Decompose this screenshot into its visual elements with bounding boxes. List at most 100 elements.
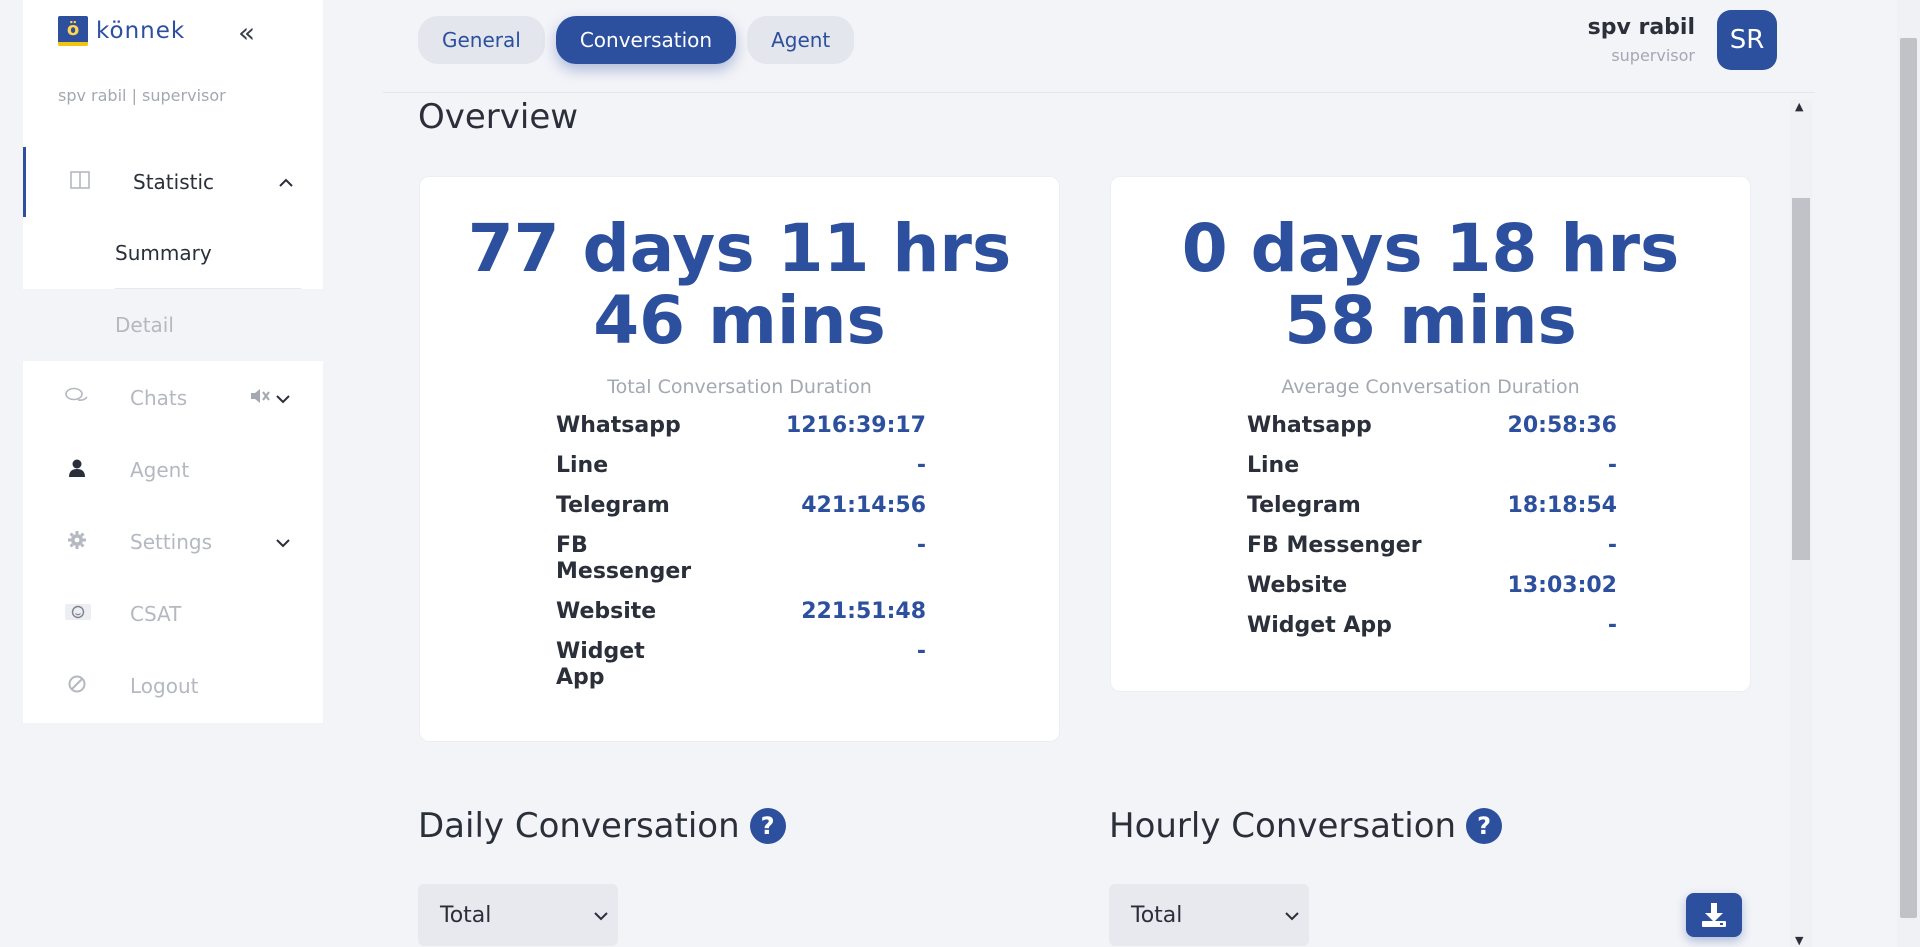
sidebar-item-label: Agent xyxy=(130,458,190,482)
chevron-down-icon xyxy=(594,906,608,925)
hourly-filter-select[interactable]: Total xyxy=(1109,884,1309,946)
daily-conversation-title: Daily Conversation xyxy=(418,806,740,846)
sidebar-item-label: Settings xyxy=(130,530,213,554)
daily-filter-select[interactable]: Total xyxy=(418,884,618,946)
collapse-sidebar-icon[interactable]: « xyxy=(238,16,255,49)
sidebar-item-logout[interactable]: Logout xyxy=(23,651,323,721)
list-item: Line - xyxy=(1247,453,1617,493)
logo-mark-icon: ö xyxy=(58,16,88,46)
sidebar-item-label: Statistic xyxy=(133,170,215,194)
average-duration-card: 0 days 18 hrs 58 mins Average Conversati… xyxy=(1110,176,1751,692)
hourly-conversation-title: Hourly Conversation xyxy=(1109,806,1457,846)
chevron-up-icon[interactable] xyxy=(278,172,294,193)
list-item: FB Messenger - xyxy=(556,533,926,599)
total-duration-value: 77 days 11 hrs 46 mins xyxy=(467,210,1012,359)
profile-role: supervisor xyxy=(1611,46,1695,65)
chevron-down-icon[interactable] xyxy=(275,388,291,409)
profile-text: spv rabil supervisor xyxy=(1588,15,1695,65)
channel-value: 20:58:36 xyxy=(1507,413,1617,438)
channel-name: Website xyxy=(1247,573,1348,598)
sidebar-item-csat[interactable]: CSAT xyxy=(23,579,323,649)
channel-value: - xyxy=(1607,613,1617,638)
profile-name: spv rabil xyxy=(1587,15,1695,40)
list-item: Widget App - xyxy=(1247,613,1617,653)
speaker-muted-icon[interactable] xyxy=(249,386,271,411)
sidebar-item-settings[interactable]: Settings xyxy=(23,507,323,577)
channel-value: 221:51:48 xyxy=(801,599,926,624)
channel-name: Line xyxy=(1247,453,1300,478)
download-button[interactable] xyxy=(1686,893,1742,937)
sidebar-item-label: CSAT xyxy=(130,602,182,626)
list-item: FB Messenger - xyxy=(1247,533,1617,573)
logout-icon xyxy=(65,674,89,699)
sidebar-user-line: spv rabil | supervisor xyxy=(58,86,226,105)
channel-name: FB Messenger xyxy=(1247,533,1422,558)
sidebar-subitem-summary[interactable]: Summary xyxy=(23,217,323,289)
sidebar-item-statistic[interactable]: Statistic xyxy=(23,147,323,217)
channel-name: Whatsapp xyxy=(556,413,681,438)
channel-value: 1216:39:17 xyxy=(785,413,926,438)
help-icon[interactable]: ? xyxy=(749,808,786,844)
smiley-icon xyxy=(65,603,91,626)
person-icon xyxy=(65,458,89,483)
channel-name: Widget App xyxy=(1247,613,1392,638)
scrollbar-thumb[interactable] xyxy=(1792,198,1810,560)
channel-name: FB Messenger xyxy=(556,533,692,584)
sidebar-subitem-detail[interactable]: Detail xyxy=(23,289,323,361)
channel-value: - xyxy=(916,453,926,478)
statistic-tabs: General Conversation Agent xyxy=(418,16,855,64)
channel-list: Whatsapp 20:58:36 Line - Telegram 18:18:54 … xyxy=(1247,413,1617,653)
channel-value: 18:18:54 xyxy=(1507,493,1617,518)
list-item: Website 13:03:02 xyxy=(1247,573,1617,613)
channel-name: Telegram xyxy=(556,493,670,518)
channel-name: Telegram xyxy=(1247,493,1361,518)
list-item: Website 221:51:48 xyxy=(556,599,926,639)
page-title: Overview xyxy=(418,97,579,137)
channel-name: Widget App xyxy=(556,639,645,690)
hourly-conversation-heading: Hourly Conversation ? xyxy=(1109,806,1503,846)
download-icon xyxy=(1702,903,1726,927)
brand-logo[interactable]: ö könnek xyxy=(58,16,185,46)
average-duration-value: 0 days 18 hrs 58 mins xyxy=(1181,210,1680,359)
tab-general[interactable]: General xyxy=(418,16,545,64)
channel-value: - xyxy=(1607,533,1617,558)
channel-name: Website xyxy=(556,599,657,624)
user-profile[interactable]: spv rabil supervisor SR xyxy=(1588,10,1777,70)
sidebar-item-label: Chats xyxy=(130,386,188,410)
scroll-down-icon[interactable]: ▼ xyxy=(1795,934,1803,947)
avatar[interactable]: SR xyxy=(1717,10,1777,70)
sidebar-item-chats[interactable]: Chats xyxy=(23,363,323,433)
channel-name: Line xyxy=(556,453,609,478)
sidebar-item-agent[interactable]: Agent xyxy=(23,435,323,505)
scrollbar-thumb[interactable] xyxy=(1900,38,1917,918)
page-scrollbar[interactable] xyxy=(1897,0,1920,947)
channel-value: - xyxy=(916,533,926,558)
sidebar-item-label: Logout xyxy=(130,674,199,698)
tab-agent[interactable]: Agent xyxy=(747,16,855,64)
daily-conversation-heading: Daily Conversation ? xyxy=(418,806,786,846)
channel-value: 421:14:56 xyxy=(801,493,926,518)
sidebar-subitem-label: Detail xyxy=(115,313,174,337)
chat-bubbles-icon xyxy=(65,387,89,410)
sidebar-subitem-label: Summary xyxy=(115,241,212,265)
channel-value: - xyxy=(916,639,926,664)
average-duration-caption: Average Conversation Duration xyxy=(1281,376,1580,398)
channel-value: 13:03:02 xyxy=(1507,573,1617,598)
sidebar: ö könnek « spv rabil | supervisor Statis… xyxy=(23,0,323,723)
list-item: Telegram 18:18:54 xyxy=(1247,493,1617,533)
list-item: Line - xyxy=(556,453,926,493)
hourly-filter-value: Total xyxy=(1131,902,1183,928)
chevron-down-icon xyxy=(1285,906,1299,925)
channel-value: - xyxy=(1607,453,1617,478)
chevron-down-icon[interactable] xyxy=(275,532,291,553)
help-icon[interactable]: ? xyxy=(1466,808,1503,844)
tab-conversation[interactable]: Conversation xyxy=(555,16,737,64)
total-duration-caption: Total Conversation Duration xyxy=(607,376,872,398)
scroll-up-icon[interactable]: ▲ xyxy=(1795,100,1803,113)
brand-name: könnek xyxy=(96,18,186,44)
columns-icon xyxy=(68,170,92,194)
channel-list: Whatsapp 1216:39:17 Line - Telegram 421:14:… xyxy=(556,413,926,705)
list-item: Whatsapp 20:58:36 xyxy=(1247,413,1617,453)
list-item: Whatsapp 1216:39:17 xyxy=(556,413,926,453)
content-scrollbar[interactable]: ▲ ▼ xyxy=(1790,100,1812,947)
